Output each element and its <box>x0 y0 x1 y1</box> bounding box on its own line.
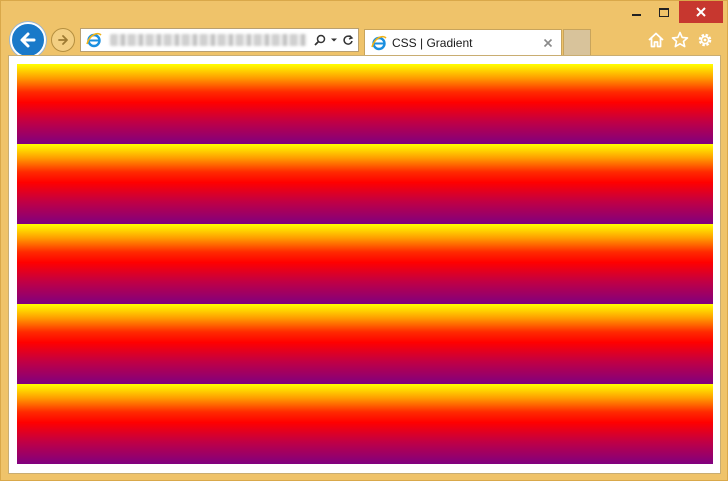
url-text[interactable] <box>110 34 307 46</box>
star-icon[interactable] <box>670 30 690 50</box>
back-button[interactable] <box>10 22 46 58</box>
maximize-icon <box>659 7 669 17</box>
new-tab-button[interactable] <box>563 29 591 55</box>
gradient-band <box>17 384 713 464</box>
forward-arrow-icon <box>58 35 68 45</box>
minimize-icon <box>631 14 641 16</box>
gradient-band <box>17 304 713 384</box>
forward-button[interactable] <box>51 28 75 52</box>
gradient-band <box>17 144 713 224</box>
search-icon[interactable] <box>313 30 327 50</box>
ie-icon <box>370 34 388 52</box>
close-window-button[interactable] <box>679 1 723 23</box>
gradient-band <box>17 64 713 144</box>
page-viewport <box>8 55 721 474</box>
gear-icon[interactable] <box>695 30 715 50</box>
home-icon[interactable] <box>646 30 666 50</box>
maximize-button[interactable] <box>651 1 677 23</box>
address-bar[interactable] <box>80 28 359 52</box>
close-icon <box>696 7 706 17</box>
tab-title: CSS | Gradient <box>392 35 473 50</box>
chevron-down-icon[interactable] <box>327 30 341 50</box>
back-arrow-icon <box>20 32 36 48</box>
browser-window: CSS | Gradient <box>0 0 728 481</box>
gradient-stack <box>17 64 713 464</box>
minimize-button[interactable] <box>623 1 649 23</box>
close-icon[interactable] <box>539 34 557 52</box>
gradient-band <box>17 224 713 304</box>
ie-icon <box>84 30 104 50</box>
tab-css-gradient[interactable]: CSS | Gradient <box>364 29 562 55</box>
refresh-icon[interactable] <box>341 30 355 50</box>
